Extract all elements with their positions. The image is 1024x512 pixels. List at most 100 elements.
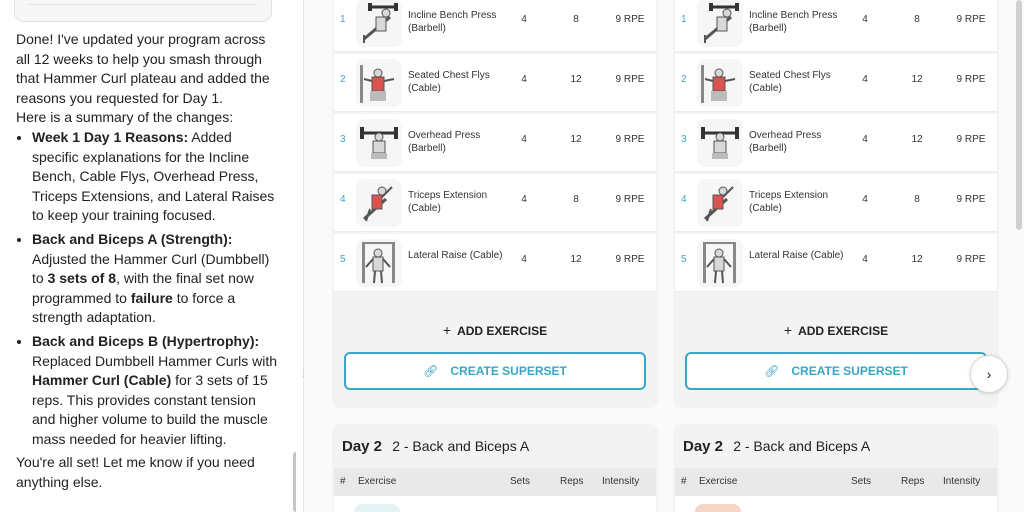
exercise-name[interactable]: Lateral Raise (Cable) (408, 249, 508, 262)
exercise-number: 1 (681, 14, 687, 25)
exercise-reps[interactable]: 8 (568, 194, 584, 205)
exercise-reps[interactable]: 12 (909, 254, 925, 265)
incline-bench-figure-icon (356, 0, 402, 47)
exercise-intensity[interactable]: 9 RPE (951, 254, 991, 265)
exercise-intensity[interactable]: 9 RPE (951, 194, 991, 205)
exercise-row[interactable] (675, 496, 997, 512)
exercise-row[interactable]: 4 Triceps Extension (Cable) 4 8 9 RPE (675, 174, 997, 232)
col-reps: Reps (560, 476, 584, 487)
col-sets: Sets (510, 476, 531, 487)
col-exercise: Exercise (358, 476, 397, 487)
triceps-extension-figure-icon (356, 179, 402, 227)
exercise-sets[interactable]: 4 (861, 134, 869, 145)
exercise-name[interactable]: Seated Chest Flys (Cable) (749, 69, 849, 95)
exercise-name[interactable]: Triceps Extension (Cable) (749, 189, 849, 215)
lateral-raise-figure-icon (697, 239, 743, 287)
exercise-number: 2 (340, 74, 346, 85)
exercise-number: 5 (681, 254, 687, 265)
change-item: Week 1 Day 1 Reasons: Added specific exp… (32, 128, 278, 226)
day-2-header[interactable]: Day 2 2 - Back and Biceps A (683, 438, 870, 455)
program-workspace: 1 Incline Bench Press (Barbell) 4 8 9 RP… (304, 0, 1024, 512)
exercise-sets[interactable]: 4 (520, 74, 528, 85)
create-superset-button[interactable]: 🔗︎ CREATE SUPERSET (344, 352, 646, 390)
add-exercise-button[interactable]: + ADD EXERCISE (332, 322, 658, 338)
chevron-right-icon: › (986, 366, 992, 382)
exercise-reps[interactable]: 12 (568, 74, 584, 85)
chat-scrollbar[interactable] (293, 452, 296, 512)
day-label: Day 2 (342, 438, 383, 455)
exercise-row[interactable]: 5 Lateral Raise (Cable) 4 12 9 RPE (675, 234, 997, 292)
exercise-intensity[interactable]: 9 RPE (951, 14, 991, 25)
exercise-thumbnail (695, 504, 741, 512)
plus-icon: + (442, 322, 452, 338)
day-label: Day 2 (683, 438, 724, 455)
exercise-reps[interactable]: 12 (568, 254, 584, 265)
add-exercise-button[interactable]: + ADD EXERCISE (673, 322, 999, 338)
exercise-row[interactable]: 4 Triceps Extension (Cable) 4 8 9 RPE (334, 174, 656, 232)
overhead-press-figure-icon (697, 119, 743, 167)
exercise-name[interactable]: Overhead Press (Barbell) (408, 129, 508, 155)
triceps-extension-figure-icon (697, 179, 743, 227)
exercise-row[interactable] (334, 496, 656, 512)
overhead-press-figure-icon (356, 119, 402, 167)
link-icon: 🔗︎ (764, 364, 780, 378)
exercise-intensity[interactable]: 9 RPE (610, 134, 650, 145)
exercise-name[interactable]: Seated Chest Flys (Cable) (408, 69, 508, 95)
exercise-row[interactable]: 3 Overhead Press (Barbell) 4 12 9 RPE (675, 114, 997, 172)
exercise-row[interactable]: 2 Seated Chest Flys (Cable) 4 12 9 RPE (675, 54, 997, 112)
change-item: Back and Biceps A (Strength): Adjusted t… (32, 230, 278, 328)
message-closing: You're all set! Let me know if you need … (16, 454, 255, 491)
col-intensity: Intensity (602, 476, 640, 487)
exercise-sets[interactable]: 4 (861, 74, 869, 85)
exercise-reps[interactable]: 8 (568, 14, 584, 25)
col-reps: Reps (901, 476, 925, 487)
workspace-scrollbar[interactable] (1016, 0, 1022, 230)
chest-fly-figure-icon (697, 59, 743, 107)
col-exercise: Exercise (699, 476, 738, 487)
exercise-row[interactable]: 1 Incline Bench Press (Barbell) 4 8 9 RP… (675, 0, 997, 52)
incline-bench-figure-icon (697, 0, 743, 47)
exercise-sets[interactable]: 4 (520, 194, 528, 205)
exercise-intensity[interactable]: 9 RPE (951, 74, 991, 85)
message-summary-lead: Here is a summary of the changes: (16, 109, 234, 126)
exercise-row[interactable]: 2 Seated Chest Flys (Cable) 4 12 9 RPE (334, 54, 656, 112)
exercise-reps[interactable]: 12 (909, 74, 925, 85)
col-sets: Sets (851, 476, 872, 487)
exercise-intensity[interactable]: 9 RPE (610, 194, 650, 205)
exercise-intensity[interactable]: 9 RPE (610, 74, 650, 85)
exercise-sets[interactable]: 4 (520, 14, 528, 25)
exercise-intensity[interactable]: 9 RPE (610, 14, 650, 25)
exercise-intensity[interactable]: 9 RPE (610, 254, 650, 265)
lateral-raise-figure-icon (356, 239, 402, 287)
exercise-number: 4 (340, 194, 346, 205)
message-intro: Done! I've updated your program across a… (16, 31, 270, 106)
exercise-reps[interactable]: 12 (909, 134, 925, 145)
exercise-reps[interactable]: 12 (568, 134, 584, 145)
exercise-row[interactable]: 3 Overhead Press (Barbell) 4 12 9 RPE (334, 114, 656, 172)
exercise-sets[interactable]: 4 (861, 254, 869, 265)
exercise-reps[interactable]: 8 (909, 14, 925, 25)
exercise-name[interactable]: Lateral Raise (Cable) (749, 249, 849, 262)
exercise-row[interactable]: 1 Incline Bench Press (Barbell) 4 8 9 RP… (334, 0, 656, 52)
col-number: # (681, 476, 687, 487)
exercise-row[interactable]: 5 Lateral Raise (Cable) 4 12 9 RPE (334, 234, 656, 292)
create-superset-button[interactable]: 🔗︎ CREATE SUPERSET (685, 352, 987, 390)
exercise-sets[interactable]: 4 (520, 254, 528, 265)
next-week-button[interactable]: › (970, 355, 1008, 393)
exercise-name[interactable]: Triceps Extension (Cable) (408, 189, 508, 215)
exercise-intensity[interactable]: 9 RPE (951, 134, 991, 145)
exercise-number: 4 (681, 194, 687, 205)
day-2-header[interactable]: Day 2 2 - Back and Biceps A (342, 438, 529, 455)
col-intensity: Intensity (943, 476, 981, 487)
exercise-sets[interactable]: 4 (861, 14, 869, 25)
exercise-name[interactable]: Overhead Press (Barbell) (749, 129, 849, 155)
exercise-table-header: # Exercise Sets Reps Intensity (675, 468, 997, 496)
exercise-name[interactable]: Incline Bench Press (Barbell) (749, 9, 849, 35)
exercise-reps[interactable]: 8 (909, 194, 925, 205)
change-list: Week 1 Day 1 Reasons: Added specific exp… (16, 128, 278, 450)
change-item: Back and Biceps B (Hypertrophy): Replace… (32, 332, 278, 450)
exercise-name[interactable]: Incline Bench Press (Barbell) (408, 9, 508, 35)
exercise-sets[interactable]: 4 (861, 194, 869, 205)
exercise-number: 3 (340, 134, 346, 145)
exercise-sets[interactable]: 4 (520, 134, 528, 145)
